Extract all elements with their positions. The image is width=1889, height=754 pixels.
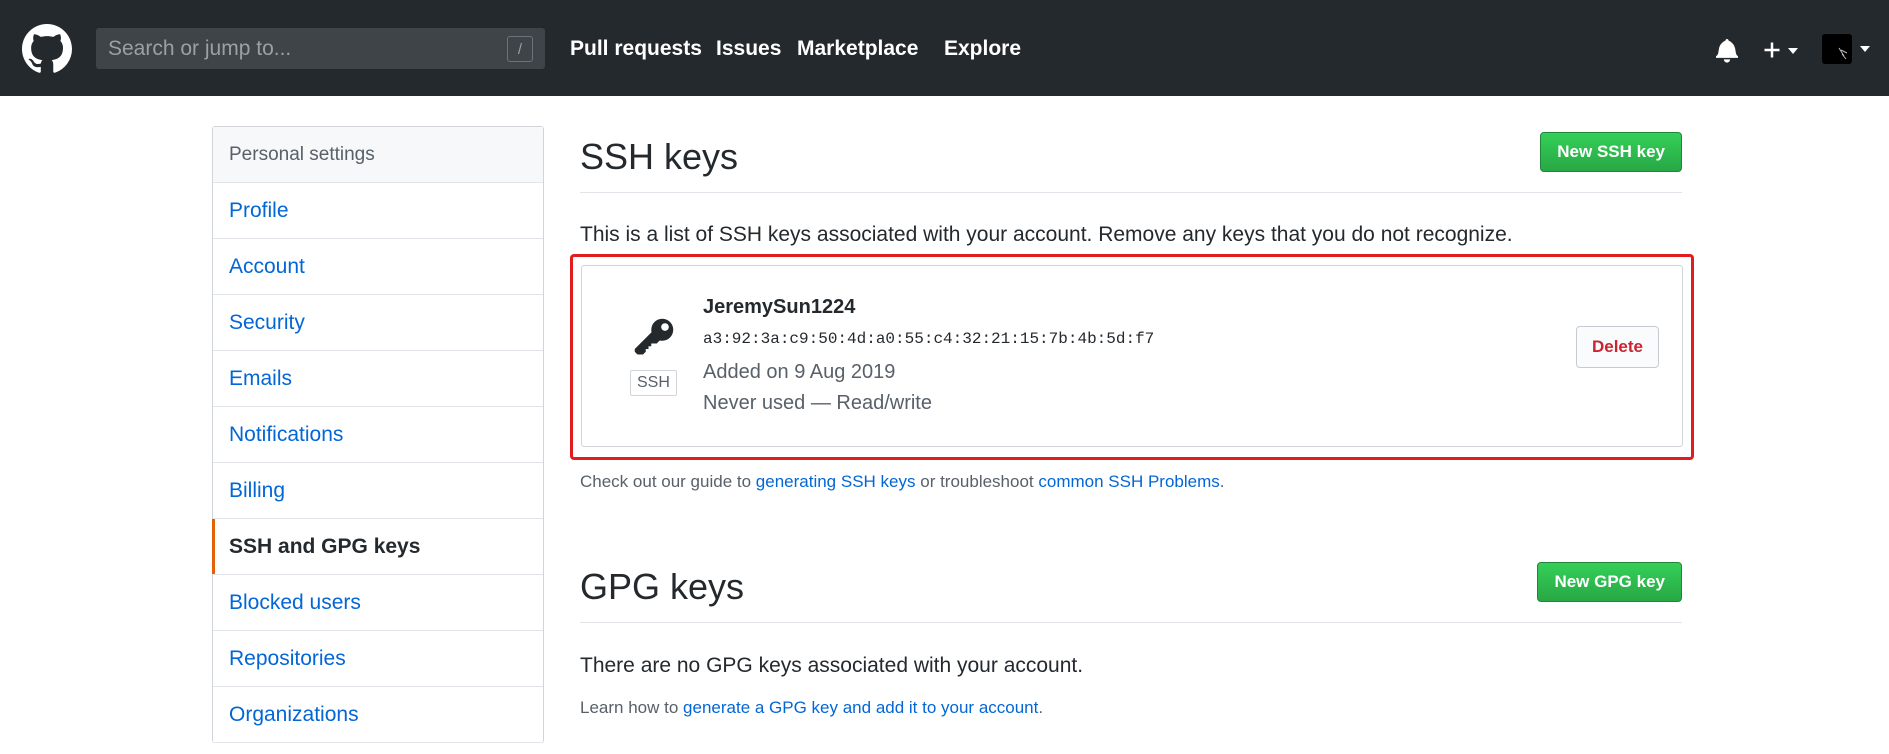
settings-sidebar: Personal settings Profile Account Securi… — [212, 126, 544, 743]
ssh-description: This is a list of SSH keys associated wi… — [580, 223, 1513, 246]
ssh-section-title: SSH keys — [580, 136, 739, 177]
delete-ssh-key-button[interactable]: Delete — [1575, 326, 1659, 368]
generate-gpg-key-link[interactable]: generate a GPG key and add it to your ac… — [683, 698, 1038, 717]
ssh-key-title: JeremySun1224 — [703, 296, 856, 318]
chevron-down-icon — [1788, 48, 1798, 54]
plus-icon — [1764, 42, 1780, 58]
sidebar-item-blocked-users[interactable]: Blocked users — [213, 575, 543, 631]
nav-pull-requests[interactable]: Pull requests — [570, 37, 702, 61]
nav-explore[interactable]: Explore — [944, 37, 1021, 61]
sidebar-item-account[interactable]: Account — [213, 239, 543, 295]
ssh-key-fingerprint: a3:92:3a:c9:50:4d:a0:55:c4:32:21:15:7b:4… — [703, 330, 1155, 348]
common-ssh-problems-link[interactable]: common SSH Problems — [1038, 472, 1219, 491]
search-input[interactable]: Search or jump to... / — [96, 28, 545, 69]
guide-suffix: . — [1219, 472, 1225, 491]
sidebar-item-profile[interactable]: Profile — [213, 183, 543, 239]
learn-prefix: Learn how to — [580, 698, 679, 717]
sidebar-item-repositories[interactable]: Repositories — [213, 631, 543, 687]
avatar — [1822, 34, 1852, 64]
top-navbar: Search or jump to... / Pull requests Iss… — [0, 0, 1889, 96]
generating-ssh-keys-link[interactable]: generating SSH keys — [756, 472, 916, 491]
gpg-learn-text: Learn how to generate a GPG key and add … — [580, 698, 1043, 718]
sidebar-item-organizations[interactable]: Organizations — [213, 687, 543, 743]
learn-suffix: . — [1038, 698, 1044, 717]
github-logo-icon[interactable] — [22, 24, 72, 74]
bell-icon[interactable] — [1716, 37, 1738, 63]
gpg-empty-text: There are no GPG keys associated with yo… — [580, 654, 1084, 677]
ssh-key-item: SSH JeremySun1224 a3:92:3a:c9:50:4d:a0:5… — [581, 265, 1683, 447]
sidebar-item-notifications[interactable]: Notifications — [213, 407, 543, 463]
key-icon — [634, 318, 674, 355]
new-gpg-key-button[interactable]: New GPG key — [1537, 562, 1682, 602]
create-new-dropdown[interactable] — [1762, 38, 1804, 62]
ssh-key-added-date: Added on 9 Aug 2019 — [703, 361, 896, 383]
sidebar-item-security[interactable]: Security — [213, 295, 543, 351]
guide-prefix: Check out our guide to — [580, 472, 752, 491]
nav-issues[interactable]: Issues — [716, 37, 781, 61]
guide-middle: or troubleshoot — [920, 472, 1034, 491]
search-shortcut-badge: / — [507, 36, 533, 62]
gpg-section-header: GPG keys New GPG key — [580, 556, 1682, 623]
ssh-key-usage: Never used — Read/write — [703, 392, 932, 414]
ssh-section-header: SSH keys New SSH key — [580, 126, 1682, 193]
sidebar-title: Personal settings — [213, 127, 543, 183]
ssh-type-badge: SSH — [630, 370, 677, 396]
search-placeholder: Search or jump to... — [108, 36, 292, 60]
gpg-section-title: GPG keys — [580, 566, 745, 607]
avatar-image-icon — [1838, 47, 1848, 60]
user-menu-dropdown[interactable] — [1822, 34, 1872, 64]
nav-marketplace[interactable]: Marketplace — [797, 37, 918, 61]
sidebar-item-ssh-gpg-keys[interactable]: SSH and GPG keys — [212, 519, 543, 575]
sidebar-item-billing[interactable]: Billing — [213, 463, 543, 519]
sidebar-item-emails[interactable]: Emails — [213, 351, 543, 407]
new-ssh-key-button[interactable]: New SSH key — [1540, 132, 1682, 172]
chevron-down-icon — [1860, 46, 1870, 52]
ssh-guide-text: Check out our guide to generating SSH ke… — [580, 472, 1225, 492]
highlighted-key-box: SSH JeremySun1224 a3:92:3a:c9:50:4d:a0:5… — [570, 254, 1694, 460]
